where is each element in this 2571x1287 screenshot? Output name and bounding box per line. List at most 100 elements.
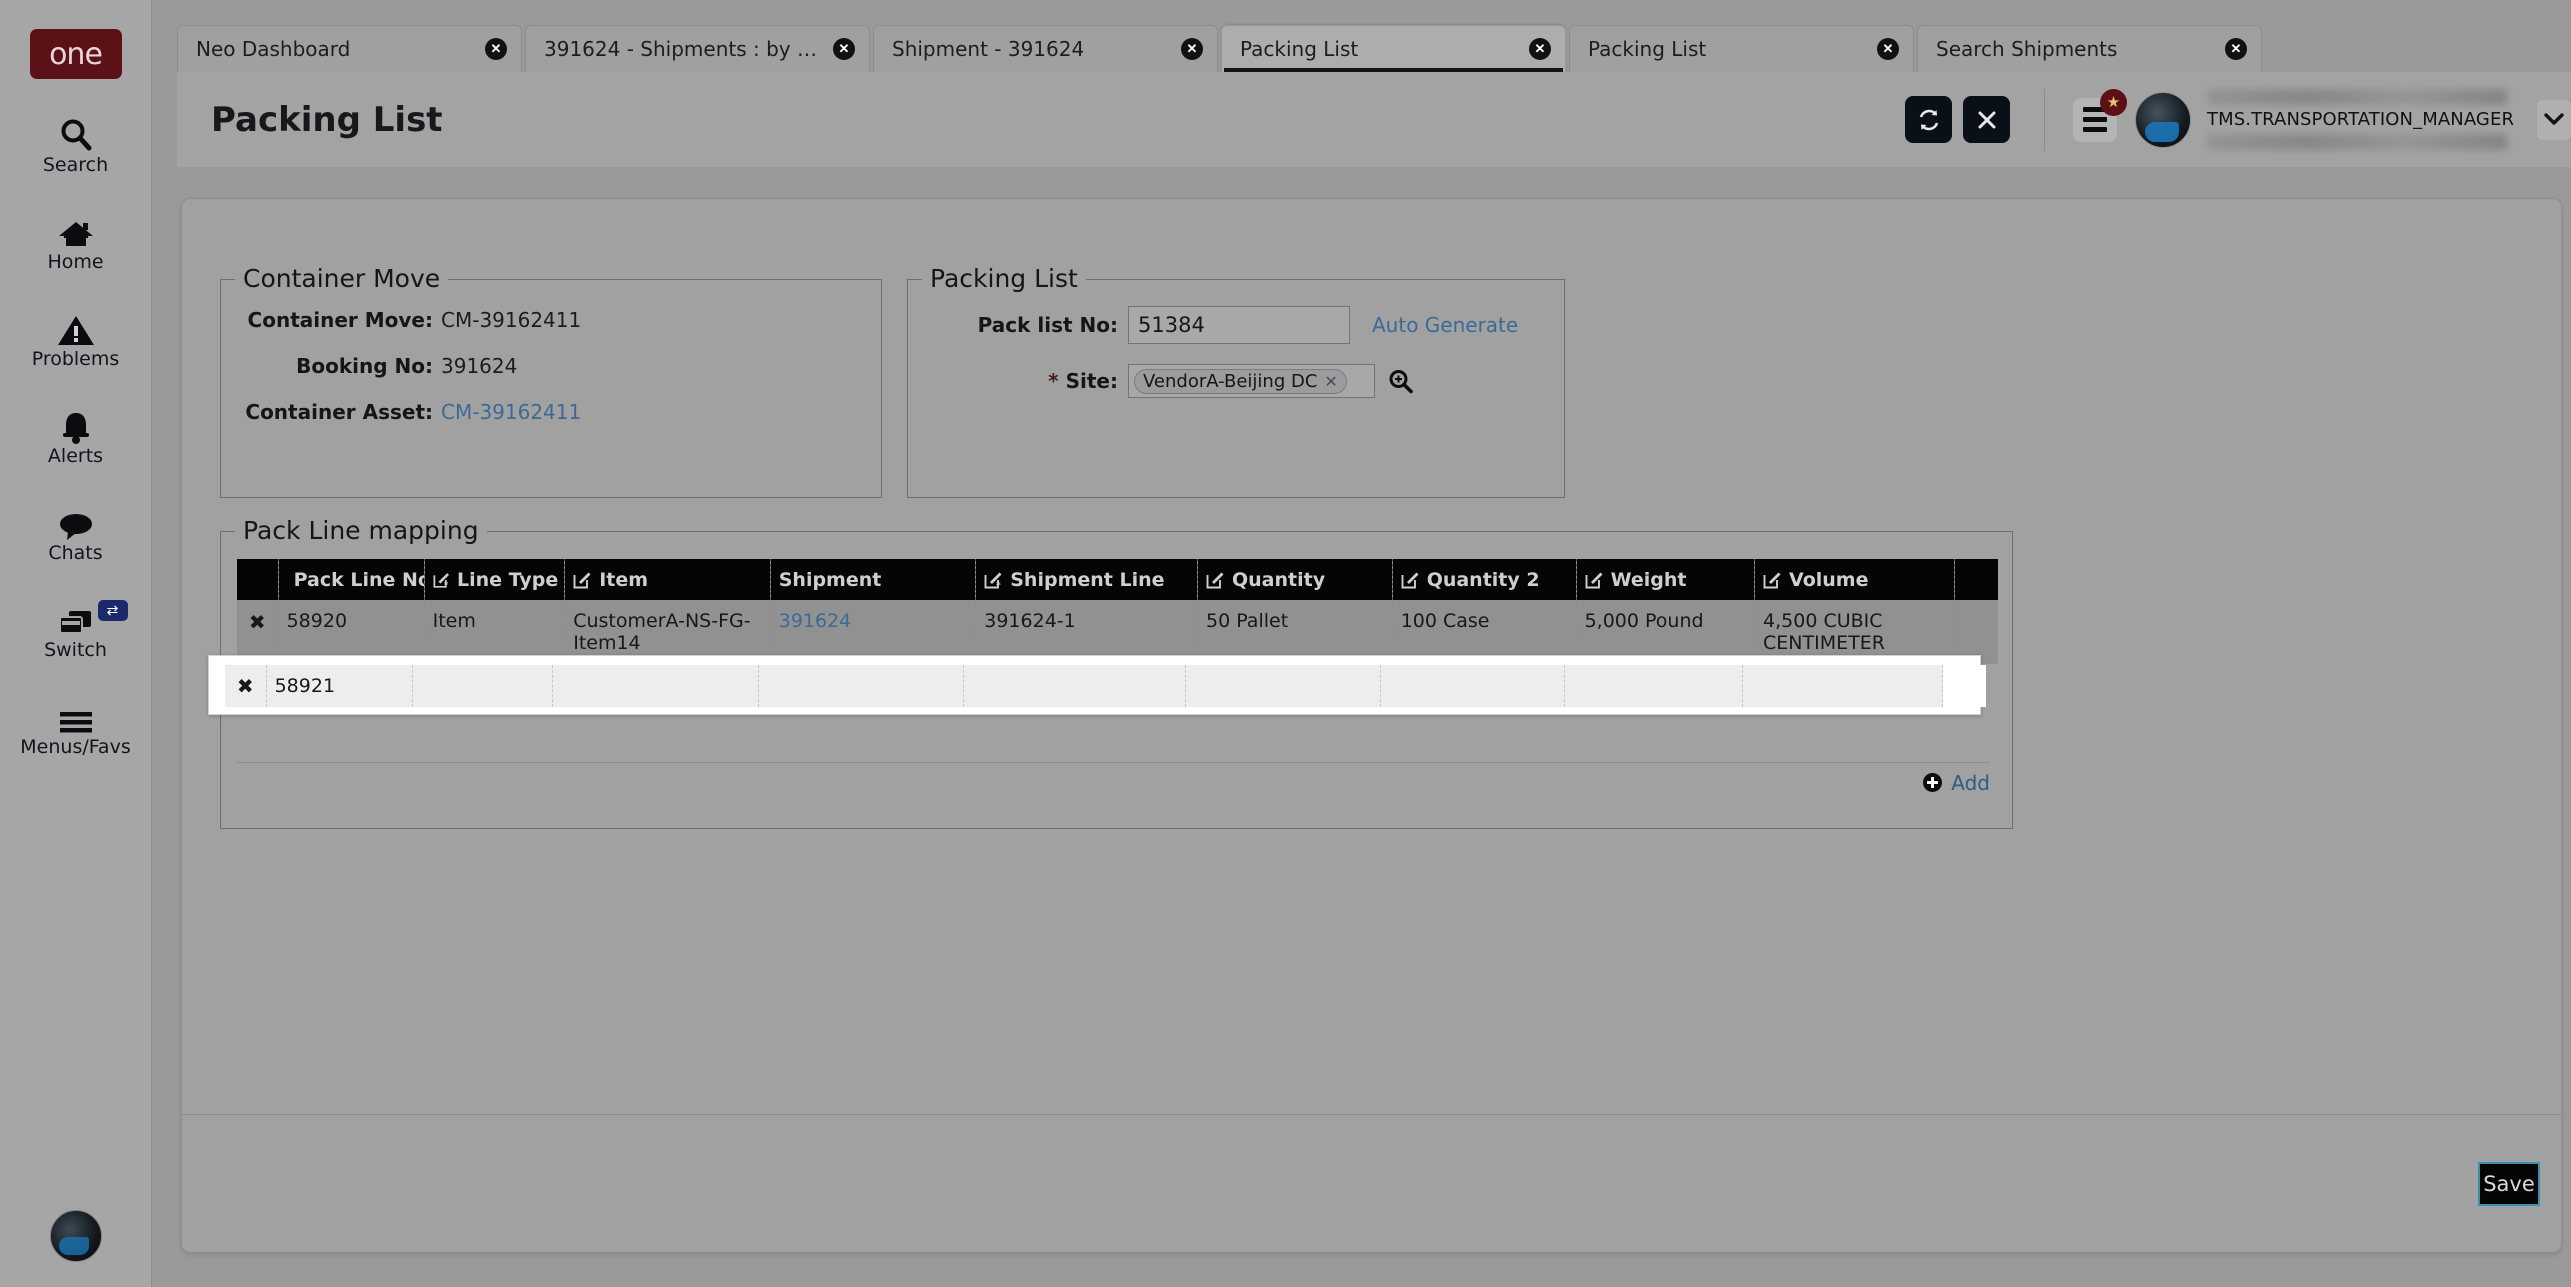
footer-bar: Save <box>182 1114 2561 1252</box>
col-label: Line Type <box>457 569 558 591</box>
cell-pack-line-no[interactable]: 58921 <box>266 665 412 707</box>
packing-list-panel: Packing List Pack list No: Auto Generate… <box>907 279 1565 498</box>
inline-edit-row-popup[interactable]: ✖ 58921 <box>208 655 1981 715</box>
cell-volume[interactable] <box>1743 665 1943 707</box>
tab-close-icon[interactable]: ✕ <box>485 38 507 60</box>
tab-close-icon[interactable]: ✕ <box>833 38 855 60</box>
save-button[interactable]: Save <box>2478 1162 2540 1206</box>
rail-item-search[interactable]: Search <box>0 113 152 176</box>
tab-close-icon[interactable]: ✕ <box>1181 38 1203 60</box>
user-menu[interactable]: TMS.TRANSPORTATION_MANAGER <box>2135 89 2571 150</box>
field-site: * Site: VendorA-Beijing DC ✕ <box>908 364 1564 398</box>
rail-label-switch: Switch <box>44 639 107 661</box>
cell-weight[interactable] <box>1564 665 1742 707</box>
rail-item-menus-favs[interactable]: Menus/Favs <box>0 695 152 758</box>
rail-label-home: Home <box>47 251 103 273</box>
rail-user-avatar[interactable] <box>50 1210 102 1262</box>
cell-spacer <box>1943 665 1986 707</box>
rail-item-problems[interactable]: Problems <box>0 307 152 370</box>
col-shipment[interactable]: Shipment <box>770 559 976 600</box>
edit-icon <box>1206 570 1225 589</box>
user-login-name: TMS.TRANSPORTATION_MANAGER <box>2207 109 2507 130</box>
cell-item[interactable] <box>553 665 759 707</box>
rail-item-chats[interactable]: Chats <box>0 501 152 564</box>
field-label: Container Move: <box>221 308 441 332</box>
edit-icon: * <box>984 570 1003 589</box>
tab-packing-list-active[interactable]: Packing List ✕ <box>1221 25 1566 72</box>
col-shipment-line[interactable]: * Shipment Line <box>976 559 1198 600</box>
warning-icon <box>57 307 95 347</box>
col-weight[interactable]: Weight <box>1576 559 1754 600</box>
site-label-text: Site: <box>1066 369 1118 393</box>
container-move-panel: Container Move Container Move: CM-391624… <box>220 279 882 498</box>
shipment-link[interactable]: 391624 <box>779 610 852 632</box>
tab-neo-dashboard[interactable]: Neo Dashboard ✕ <box>177 25 522 72</box>
chat-icon <box>57 501 95 541</box>
row-delete-cell[interactable]: ✖ <box>225 665 266 707</box>
cell-shipment-line[interactable] <box>964 665 1186 707</box>
rail-item-switch[interactable]: Switch ⇄ <box>0 598 152 661</box>
container-asset-link[interactable]: CM-39162411 <box>441 400 581 424</box>
cell-shipment[interactable] <box>758 665 964 707</box>
tab-search-shipments[interactable]: Search Shipments ✕ <box>1917 25 2262 72</box>
grid-header-row: * Pack Line No * Line Type Item Sh <box>237 559 1998 600</box>
brand-logo[interactable]: one <box>30 29 122 79</box>
col-item[interactable]: Item <box>565 559 771 600</box>
chip-remove-icon[interactable]: ✕ <box>1324 372 1337 391</box>
cell-line-type[interactable] <box>412 665 553 707</box>
popup-row-table: ✖ 58921 <box>225 665 1986 707</box>
edit-icon <box>1401 570 1420 589</box>
cell-quantity[interactable] <box>1185 665 1380 707</box>
pack-list-no-input[interactable] <box>1128 306 1350 344</box>
site-input[interactable]: VendorA-Beijing DC ✕ <box>1128 364 1375 398</box>
site-lookup-button[interactable] <box>1388 369 1413 394</box>
table-row[interactable]: ✖ 58921 <box>225 665 1986 707</box>
col-actions <box>237 559 278 600</box>
auto-generate-link[interactable]: Auto Generate <box>1372 313 1518 337</box>
col-line-type[interactable]: * Line Type <box>424 559 565 600</box>
col-quantity[interactable]: Quantity <box>1197 559 1392 600</box>
page-header: Packing List ★ <box>177 72 2571 167</box>
col-quantity-2[interactable]: Quantity 2 <box>1392 559 1576 600</box>
rail-label-search: Search <box>43 154 108 176</box>
site-chip[interactable]: VendorA-Beijing DC ✕ <box>1134 369 1347 394</box>
tab-label: Packing List <box>1588 37 1867 61</box>
bell-icon <box>59 404 93 444</box>
tab-shipments-by-shipment[interactable]: 391624 - Shipments : by Shipme... ✕ <box>525 25 870 72</box>
tab-shipment-391624[interactable]: Shipment - 391624 ✕ <box>873 25 1218 72</box>
left-nav-rail: one Search Home Problems Alerts Chats <box>0 0 152 1287</box>
edit-icon <box>573 570 592 589</box>
avatar <box>2135 92 2191 148</box>
col-volume[interactable]: Volume <box>1755 559 1955 600</box>
plus-circle-icon <box>1922 772 1943 793</box>
field-container-move: Container Move: CM-39162411 <box>221 308 881 332</box>
rail-label-chats: Chats <box>48 542 102 564</box>
page-title: Packing List <box>211 100 443 140</box>
header-menu-button[interactable]: ★ <box>2073 98 2117 142</box>
tab-packing-list-2[interactable]: Packing List ✕ <box>1569 25 1914 72</box>
content-card: Container Move Container Move: CM-391624… <box>181 198 2562 1253</box>
tab-close-icon[interactable]: ✕ <box>2225 38 2247 60</box>
field-pack-list-no: Pack list No: Auto Generate <box>908 306 1564 344</box>
field-booking-no: Booking No: 391624 <box>221 354 881 378</box>
tab-close-icon[interactable]: ✕ <box>1877 38 1899 60</box>
refresh-icon <box>1916 107 1942 133</box>
row-delete-icon[interactable]: ✖ <box>249 610 266 634</box>
refresh-button[interactable] <box>1905 96 1952 143</box>
rail-item-alerts[interactable]: Alerts <box>0 404 152 467</box>
tab-close-icon[interactable]: ✕ <box>1529 38 1551 60</box>
row-delete-icon[interactable]: ✖ <box>237 674 254 698</box>
user-menu-caret[interactable] <box>2537 100 2571 140</box>
rail-label-alerts: Alerts <box>48 445 103 467</box>
tab-label: Neo Dashboard <box>196 37 475 61</box>
switch-toggle-badge[interactable]: ⇄ <box>98 600 128 621</box>
search-lookup-icon <box>1388 369 1413 394</box>
add-row-button[interactable]: Add <box>1922 771 1990 795</box>
close-page-button[interactable] <box>1963 96 2010 143</box>
col-pack-line-no[interactable]: * Pack Line No <box>278 559 424 600</box>
cell-quantity-2[interactable] <box>1380 665 1564 707</box>
switch-icon <box>57 598 95 638</box>
rail-item-home[interactable]: Home <box>0 210 152 273</box>
col-label: Quantity 2 <box>1427 569 1540 591</box>
col-label: Volume <box>1789 569 1868 591</box>
